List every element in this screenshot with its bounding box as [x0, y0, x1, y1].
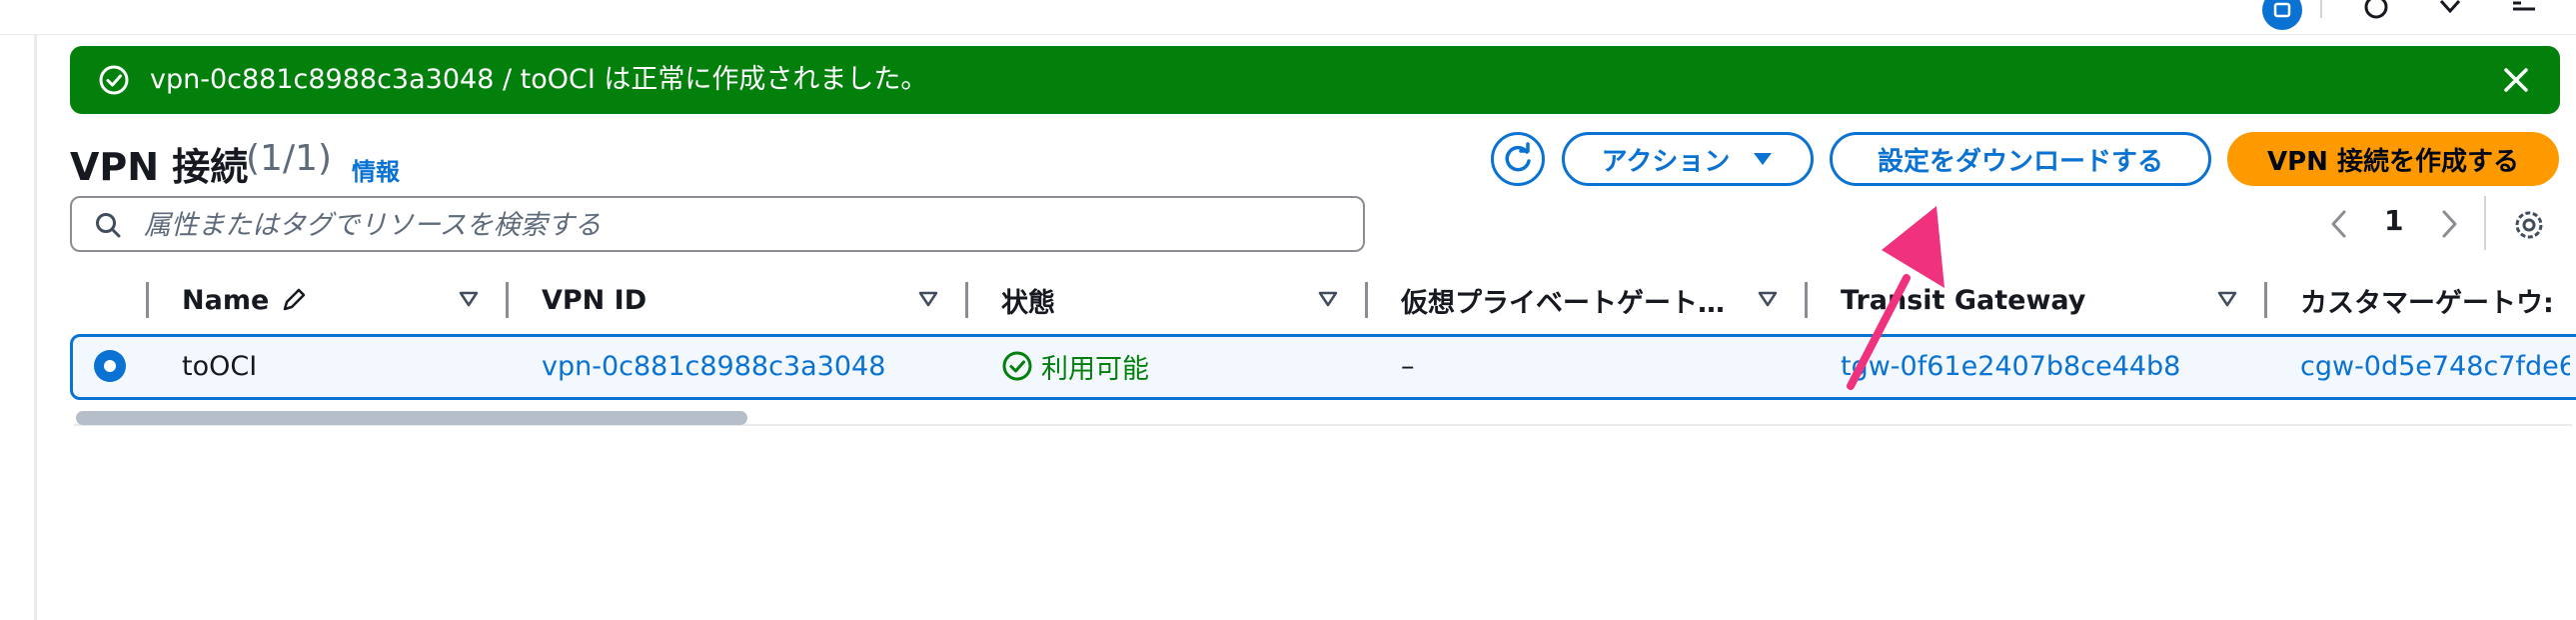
settings-menu-icon[interactable] [2504, 0, 2544, 30]
sort-icon[interactable] [1757, 288, 1779, 310]
help-icon[interactable] [2430, 0, 2470, 30]
sort-icon[interactable] [458, 288, 480, 310]
resource-count: (1/1) [246, 138, 333, 179]
sort-icon[interactable] [2216, 288, 2238, 310]
column-divider [2264, 282, 2267, 318]
check-circle-icon [99, 65, 129, 95]
cell-state: 利用可能 [1001, 346, 1149, 386]
info-link[interactable]: 情報 [352, 152, 400, 187]
previous-page-icon[interactable] [2324, 206, 2354, 242]
caret-down-icon [1754, 153, 1773, 165]
column-divider [1805, 282, 1808, 318]
state-label: 利用可能 [1041, 353, 1149, 385]
column-divider [506, 282, 509, 318]
column-header-customer-gateway[interactable]: カスタマーゲートウ: [2300, 278, 2570, 322]
cell-virtual-private-gateway: – [1401, 350, 1415, 382]
status-available-icon [1002, 351, 1032, 381]
search-field[interactable] [70, 196, 1365, 252]
topbar-divider [2320, 0, 2322, 18]
create-vpn-connection-button[interactable]: VPN 接続を作成する [2227, 132, 2559, 186]
column-header-name[interactable]: Name [182, 278, 309, 322]
cell-name: toOCI [182, 350, 258, 382]
page-title: VPN 接続 [70, 145, 249, 189]
pagination-divider [2484, 196, 2486, 250]
sort-icon[interactable] [1317, 288, 1339, 310]
edit-pencil-icon[interactable] [279, 285, 309, 315]
next-page-icon[interactable] [2434, 206, 2464, 242]
column-divider [1365, 282, 1368, 318]
search-input[interactable] [142, 206, 1345, 244]
search-icon [96, 213, 121, 238]
table-row[interactable] [70, 334, 2576, 400]
gear-icon[interactable] [2510, 206, 2548, 244]
cell-customer-gateway-link[interactable]: cgw-0d5e748c7fde6 [2300, 346, 2570, 386]
refresh-icon [1505, 142, 1531, 172]
column-header-transit-gateway[interactable]: Transit Gateway [1841, 278, 2085, 322]
column-divider [146, 282, 149, 318]
current-page-number[interactable]: 1 [2384, 204, 2403, 237]
cell-transit-gateway-link[interactable]: tgw-0f61e2407b8ce44b8 [1841, 346, 2180, 386]
horizontal-scrollbar-thumb[interactable] [76, 411, 747, 425]
column-header-virtual-private-gateway[interactable]: 仮想プライベートゲート… [1401, 278, 1751, 322]
flash-message: vpn-0c881c8988c3a3048 / toOCI は正常に作成されまし… [150, 64, 928, 95]
download-configuration-button[interactable]: 設定をダウンロードする [1830, 132, 2211, 186]
refresh-button[interactable] [1491, 132, 1545, 186]
notifications-icon[interactable] [2356, 0, 2396, 30]
column-divider [965, 282, 968, 318]
actions-dropdown-button[interactable]: アクション [1562, 132, 1814, 186]
cell-vpn-id-link[interactable]: vpn-0c881c8988c3a3048 [542, 346, 885, 386]
top-navigation-bar [0, 0, 2576, 35]
actions-label: アクション [1601, 146, 1731, 177]
row-select-radio[interactable] [94, 350, 126, 382]
cloudshell-icon[interactable] [2262, 0, 2302, 30]
column-header-state[interactable]: 状態 [1001, 278, 1055, 322]
close-icon[interactable] [2500, 64, 2532, 96]
side-navigation-edge [34, 34, 37, 620]
success-flash-banner: vpn-0c881c8988c3a3048 / toOCI は正常に作成されまし… [70, 46, 2560, 114]
sort-icon[interactable] [917, 288, 939, 310]
column-header-vpn-id[interactable]: VPN ID [542, 278, 646, 322]
column-label: Name [182, 284, 270, 316]
